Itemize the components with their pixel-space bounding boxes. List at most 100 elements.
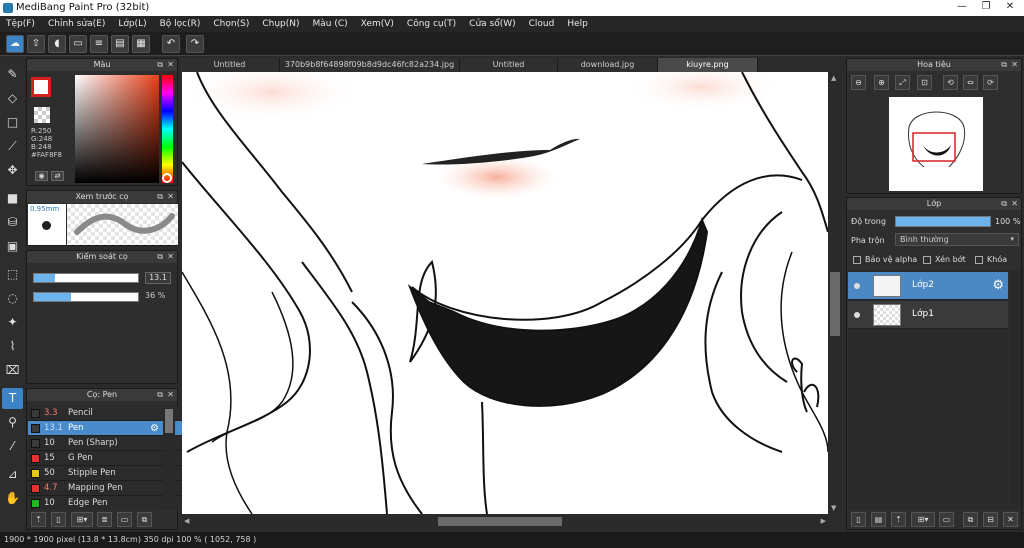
close-button[interactable]: ✕: [998, 0, 1022, 14]
gear-icon[interactable]: ⚙: [150, 421, 159, 436]
eyedropper-tool-icon[interactable]: ⁄: [2, 436, 23, 457]
select-pen-tool-icon[interactable]: ⌇: [2, 336, 23, 357]
undock-icon[interactable]: ⧉: [157, 389, 163, 401]
undock-icon[interactable]: ⧉: [1001, 198, 1007, 210]
select-eraser-tool-icon[interactable]: ⌧: [2, 360, 23, 381]
layer-folder-icon[interactable]: ▭: [939, 512, 954, 527]
navigator-thumbnail[interactable]: [889, 97, 983, 191]
redo-icon[interactable]: ↷: [186, 35, 204, 53]
restore-button[interactable]: ❐: [974, 0, 998, 14]
brush-list-scrollbar[interactable]: [163, 406, 175, 510]
swap-icon[interactable]: ⇄: [51, 171, 64, 181]
tab-kiuyre-png[interactable]: kiuyre.png: [658, 58, 758, 72]
hue-slider[interactable]: [162, 75, 173, 183]
menu-filter[interactable]: Bộ lọc(R): [160, 19, 201, 29]
zoom-out-icon[interactable]: ⊖: [851, 75, 866, 90]
vertical-scroll-thumb[interactable]: [830, 272, 840, 336]
operation-tool-icon[interactable]: ⚲: [2, 412, 23, 433]
foreground-color-swatch[interactable]: [31, 77, 51, 97]
lock-checkbox[interactable]: [975, 256, 983, 264]
eraser-tool-icon[interactable]: ◇: [2, 88, 23, 109]
move-tool-icon[interactable]: ✥: [2, 160, 23, 181]
duplicate-layer-icon[interactable]: ⧉: [963, 512, 978, 527]
scroll-up-icon[interactable]: ▲: [831, 74, 836, 82]
gear-icon[interactable]: ⚙: [992, 278, 1004, 293]
protect-alpha-checkbox[interactable]: [853, 256, 861, 264]
brush-tool-icon[interactable]: ✎: [2, 64, 23, 85]
viewport-indicator[interactable]: [912, 132, 956, 162]
tab-untitled-2[interactable]: Untitled: [460, 58, 558, 72]
rotate-left-icon[interactable]: ⟲: [943, 75, 958, 90]
upload-icon[interactable]: ⇧: [27, 35, 45, 53]
add-brush-icon[interactable]: ⇡: [31, 512, 46, 527]
bucket-tool-icon[interactable]: ⛁: [2, 212, 23, 233]
menu-color[interactable]: Màu (C): [313, 19, 348, 29]
saturation-value-square[interactable]: [75, 75, 159, 183]
delete-layer-icon[interactable]: ✕: [1003, 512, 1018, 527]
close-icon[interactable]: ✕: [1011, 198, 1018, 210]
brush-opacity-slider[interactable]: [33, 292, 139, 302]
menu-file[interactable]: Tệp(F): [6, 19, 35, 29]
layer-list-scrollbar[interactable]: [1009, 270, 1021, 510]
undock-icon[interactable]: ⧉: [157, 191, 163, 203]
menu-help[interactable]: Help: [567, 19, 588, 29]
palette-icon[interactable]: ◉: [35, 171, 48, 181]
horizontal-scroll-thumb[interactable]: [438, 517, 562, 526]
magic-wand-tool-icon[interactable]: ✦: [2, 312, 23, 333]
copy-brush-icon[interactable]: ⧉: [137, 512, 152, 527]
grid-icon[interactable]: ▦: [132, 35, 150, 53]
undock-icon[interactable]: ⧉: [157, 59, 163, 71]
transparent-color-swatch[interactable]: [34, 107, 50, 123]
new-8bit-layer-icon[interactable]: ⇡: [891, 512, 906, 527]
undo-icon[interactable]: ↶: [162, 35, 180, 53]
brush-menu-icon[interactable]: ⊞▾: [71, 512, 93, 527]
scroll-right-icon[interactable]: ▶: [821, 517, 826, 525]
layer-row-lop1[interactable]: Lớp1: [848, 301, 1008, 329]
hue-handle[interactable]: [162, 173, 172, 183]
speech-bubble-icon[interactable]: ◖: [48, 35, 66, 53]
scroll-left-icon[interactable]: ◀: [184, 517, 189, 525]
menu-snap[interactable]: Chụp(N): [262, 19, 299, 29]
brush-list-scroll-thumb[interactable]: [165, 409, 173, 433]
eye-icon[interactable]: [854, 312, 860, 318]
menu-window[interactable]: Cửa sổ(W): [469, 19, 515, 29]
menu-view[interactable]: Xem(V): [361, 19, 394, 29]
rotate-right-icon[interactable]: ⟳: [983, 75, 998, 90]
hand-tool-icon[interactable]: ✋: [2, 488, 23, 509]
close-icon[interactable]: ✕: [167, 59, 174, 71]
close-icon[interactable]: ✕: [167, 251, 174, 263]
undock-icon[interactable]: ⧉: [1001, 59, 1007, 71]
line-tool-icon[interactable]: ⟋: [2, 136, 23, 157]
close-icon[interactable]: ✕: [167, 389, 174, 401]
actual-size-icon[interactable]: ⊡: [917, 75, 932, 90]
layer-opacity-slider[interactable]: [895, 216, 991, 227]
select-rect-tool-icon[interactable]: ⬚: [2, 264, 23, 285]
tab-untitled-1[interactable]: Untitled: [180, 58, 280, 72]
drawing-canvas[interactable]: [182, 72, 828, 514]
undock-icon[interactable]: ⧉: [157, 251, 163, 263]
comment-icon[interactable]: ▭: [69, 35, 87, 53]
flip-icon[interactable]: ⇔: [963, 75, 978, 90]
lasso-tool-icon[interactable]: ◌: [2, 288, 23, 309]
menu-edit[interactable]: Chỉnh sửa(E): [48, 19, 105, 29]
zoom-in-icon[interactable]: ⊕: [874, 75, 889, 90]
menu-select[interactable]: Chọn(S): [213, 19, 249, 29]
folder-icon[interactable]: ▭: [117, 512, 132, 527]
menu-layer[interactable]: Lớp(L): [118, 19, 146, 29]
tab-download-jpg[interactable]: download.jpg: [558, 58, 658, 72]
add-layer-menu-icon[interactable]: ⊞▾: [911, 512, 935, 527]
new-brush-icon[interactable]: ▯: [51, 512, 66, 527]
new-layer-icon[interactable]: ▯: [851, 512, 866, 527]
new-halftone-layer-icon[interactable]: ▤: [871, 512, 886, 527]
eye-icon[interactable]: [854, 283, 860, 289]
brush-size-slider[interactable]: [33, 273, 139, 283]
fit-screen-icon[interactable]: ⤢: [895, 75, 910, 90]
text-tool-icon[interactable]: T: [2, 388, 23, 409]
rectangle-tool-icon[interactable]: □: [2, 112, 23, 133]
menu-tools[interactable]: Công cụ(T): [407, 19, 456, 29]
cloud-icon[interactable]: ☁: [6, 35, 24, 53]
menu-cloud[interactable]: Cloud: [529, 19, 555, 29]
vertical-scrollbar[interactable]: ▲ ▼: [828, 72, 842, 514]
tab-370b9b8f-jpg[interactable]: 370b9b8f64898f09b8d9dc46fc82a234.jpg: [280, 58, 460, 72]
close-icon[interactable]: ✕: [167, 191, 174, 203]
